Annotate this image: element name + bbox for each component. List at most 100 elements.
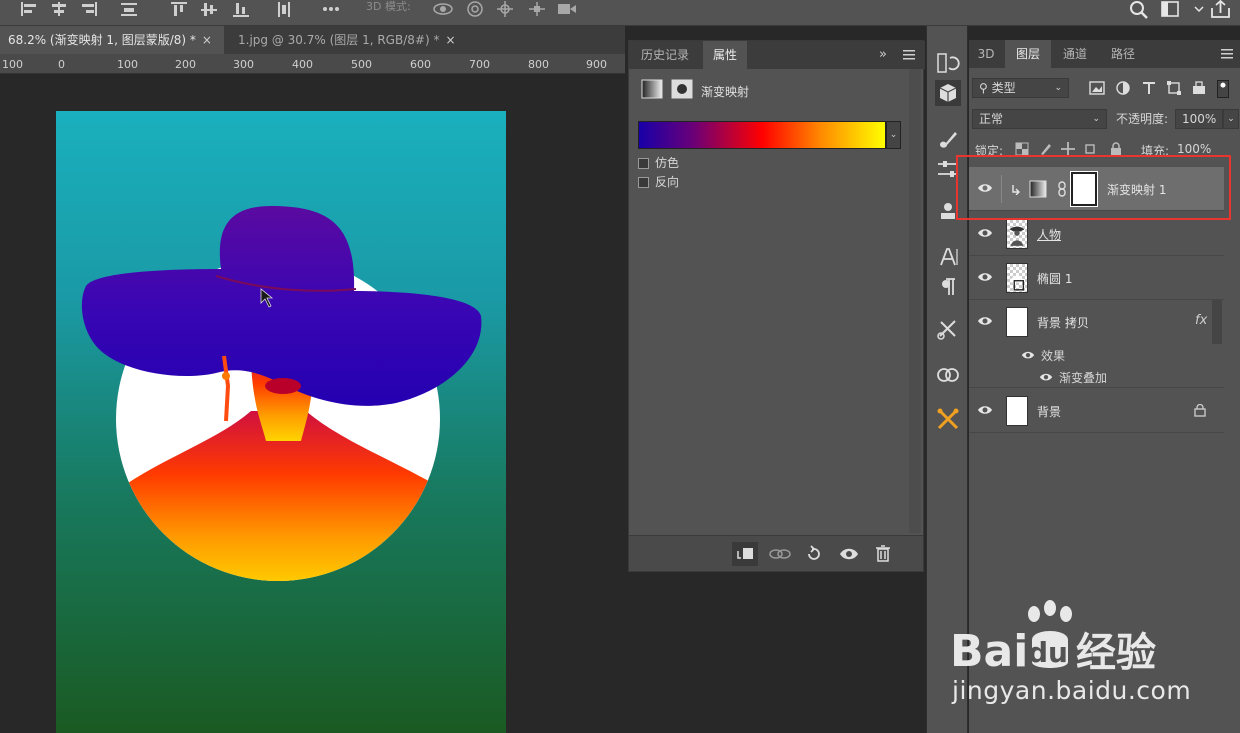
- visibility-eye-icon[interactable]: [977, 403, 993, 417]
- chevron-down-icon[interactable]: ⌄: [1223, 109, 1239, 129]
- clip-to-layer-icon[interactable]: [732, 542, 758, 566]
- view-previous-state-icon[interactable]: [767, 542, 793, 566]
- filter-toggle[interactable]: [1217, 80, 1229, 98]
- filter-shape-icon[interactable]: [1166, 81, 1182, 95]
- adjustment-title: 渐变映射: [701, 85, 750, 99]
- tab-channels[interactable]: 通道: [1053, 40, 1097, 68]
- collapse-panel-icon[interactable]: »: [879, 47, 887, 62]
- layer-filter-select[interactable]: ⚲ 类型 ⌄: [972, 78, 1069, 98]
- reverse-option[interactable]: 反向: [638, 173, 679, 190]
- opacity-input[interactable]: 100%: [1175, 109, 1223, 129]
- chevron-down-icon[interactable]: ⌄: [886, 121, 901, 149]
- chevron-down-icon[interactable]: [1188, 0, 1204, 20]
- history-brush-icon[interactable]: [935, 50, 961, 76]
- visibility-eye-icon[interactable]: [977, 226, 993, 240]
- align-top-icon[interactable]: [168, 0, 190, 20]
- trash-icon[interactable]: [870, 542, 896, 566]
- creative-cloud-icon[interactable]: [935, 362, 961, 388]
- properties-footer: [629, 535, 923, 571]
- align-middle-icon[interactable]: [198, 0, 220, 20]
- roll-3d-icon[interactable]: [464, 0, 486, 20]
- align-right-icon[interactable]: [78, 0, 100, 20]
- lock-artboard-icon[interactable]: [1083, 142, 1097, 156]
- document-canvas[interactable]: [56, 111, 506, 733]
- gradient-picker[interactable]: [638, 121, 886, 149]
- ruler-mark: 700: [469, 58, 490, 71]
- effects-row[interactable]: 效果: [969, 344, 1224, 366]
- filter-pixel-icon[interactable]: [1089, 81, 1105, 95]
- reset-icon[interactable]: [801, 542, 827, 566]
- tools-icon[interactable]: [935, 316, 961, 342]
- ruler-mark: 300: [233, 58, 254, 71]
- layer-row-ellipse[interactable]: 椭圆 1: [969, 256, 1224, 300]
- ruler-mark: 900: [586, 58, 607, 71]
- layer-thumbnail[interactable]: [1006, 263, 1028, 293]
- slide-3d-icon[interactable]: [526, 0, 548, 20]
- fx-badge[interactable]: fx: [1195, 313, 1207, 328]
- doc-tab-inactive[interactable]: 1.jpg @ 30.7% (图层 1, RGB/8#) * ×: [230, 26, 460, 54]
- ruler-mark: 600: [410, 58, 431, 71]
- effects-eye-icon[interactable]: [1021, 349, 1035, 361]
- search-icon[interactable]: [1128, 0, 1150, 20]
- ruler-mark: 500: [351, 58, 372, 71]
- properties-icon[interactable]: [935, 80, 961, 106]
- tab-history[interactable]: 历史记录: [629, 41, 701, 69]
- visibility-icon[interactable]: [836, 542, 862, 566]
- tab-layers[interactable]: 图层: [1005, 40, 1051, 68]
- workspace-icon[interactable]: [1160, 0, 1182, 20]
- plugin-icon[interactable]: [935, 406, 961, 432]
- properties-scrollbar[interactable]: [909, 69, 921, 533]
- more-icon[interactable]: [320, 0, 342, 20]
- pan-3d-icon[interactable]: [494, 0, 516, 20]
- lock-pixels-icon[interactable]: [1039, 142, 1053, 156]
- layer-row-background[interactable]: 背景: [969, 389, 1224, 433]
- fill-value[interactable]: 100%: [1177, 142, 1211, 156]
- tab-3d[interactable]: 3D: [969, 40, 1003, 68]
- lock-position-icon[interactable]: [1061, 142, 1075, 156]
- layer-name: 人物: [1037, 228, 1062, 242]
- layer-thumbnail[interactable]: [1006, 396, 1028, 426]
- brush-settings-icon[interactable]: [935, 126, 961, 152]
- close-icon[interactable]: ×: [445, 33, 455, 47]
- align-bottom-icon[interactable]: [230, 0, 252, 20]
- layer-thumbnail[interactable]: [1006, 219, 1028, 249]
- tab-properties[interactable]: 属性: [703, 41, 747, 69]
- align-center-icon[interactable]: [48, 0, 70, 20]
- mask-icon[interactable]: [671, 79, 693, 99]
- share-icon[interactable]: [1210, 0, 1232, 20]
- effect-eye-icon[interactable]: [1039, 371, 1053, 383]
- dither-checkbox[interactable]: [638, 158, 649, 169]
- lock-icon: [1194, 404, 1206, 417]
- effect-item-row[interactable]: 渐变叠加: [969, 366, 1224, 388]
- distribute-icon[interactable]: [118, 0, 140, 20]
- filter-adjustment-icon[interactable]: [1115, 81, 1131, 95]
- svg-text:du: du: [1028, 636, 1068, 669]
- close-icon[interactable]: ×: [202, 33, 212, 47]
- align-left-icon[interactable]: [18, 0, 40, 20]
- ruler-mark: 200: [175, 58, 196, 71]
- visibility-eye-icon[interactable]: [977, 270, 993, 284]
- dither-option[interactable]: 仿色: [638, 154, 679, 171]
- layer-name: 背景: [1037, 405, 1062, 419]
- layer-thumbnail[interactable]: [1006, 307, 1028, 337]
- paragraph-icon[interactable]: [935, 274, 961, 300]
- character-icon[interactable]: [935, 244, 961, 270]
- layer-row-background-copy[interactable]: 背景 拷贝 fx: [969, 300, 1224, 344]
- blend-mode-select[interactable]: 正常 ⌄: [972, 109, 1107, 129]
- doc-tab-active[interactable]: 68.2% (渐变映射 1, 图层蒙版/8) * ×: [0, 26, 224, 54]
- panel-menu-icon[interactable]: [1221, 48, 1233, 60]
- layers-scrollbar[interactable]: [1212, 300, 1222, 344]
- distribute-vertical-icon[interactable]: [272, 0, 294, 20]
- filter-type-icon[interactable]: [1141, 81, 1157, 95]
- orbit-3d-icon[interactable]: [432, 0, 454, 20]
- horizontal-ruler[interactable]: 100 0 100 200 300 400 500 600 700 800 90…: [0, 54, 625, 74]
- panel-menu-icon[interactable]: [903, 49, 915, 61]
- lock-transparent-icon[interactable]: [1015, 142, 1029, 156]
- tab-paths[interactable]: 路径: [1101, 40, 1145, 68]
- filter-smart-object-icon[interactable]: [1191, 81, 1207, 95]
- reverse-checkbox[interactable]: [638, 177, 649, 188]
- lock-all-icon[interactable]: [1109, 142, 1123, 156]
- ruler-mark: 800: [528, 58, 549, 71]
- zoom-3d-icon[interactable]: [556, 0, 578, 20]
- visibility-eye-icon[interactable]: [977, 314, 993, 328]
